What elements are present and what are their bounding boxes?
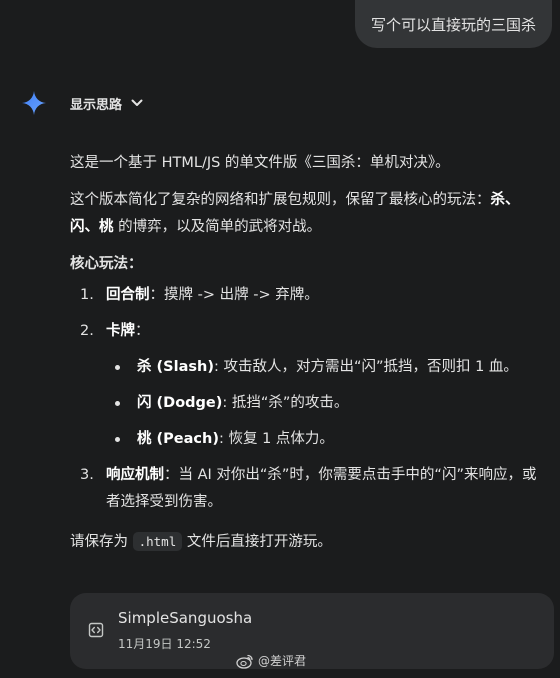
gameplay-list: 1. 回合制：摸牌 -> 出牌 -> 弃牌。 2. 卡牌： 杀 (Slash):… xyxy=(70,282,542,516)
card-desc: : 恢复 1 点体力。 xyxy=(218,431,334,447)
gameplay-heading: 核心玩法： xyxy=(70,256,143,272)
bullet-dot xyxy=(115,401,120,406)
code-file-icon xyxy=(88,622,104,638)
save-tail: 文件后直接打开游玩。 xyxy=(182,534,332,550)
list-item: 2. 卡牌： 杀 (Slash): 攻击敌人，对方需出“闪”抵挡，否则扣 1 血… xyxy=(70,318,542,453)
file-date: 11月19日 12:52 xyxy=(118,637,211,651)
watermark: @差评君 xyxy=(236,652,306,669)
card-list: 杀 (Slash): 攻击敌人，对方需出“闪”抵挡，否则扣 1 血。 闪 (Do… xyxy=(106,354,542,453)
response-body: 这是一个基于 HTML/JS 的单文件版《三国杀：单机对决》。 这个版本简化了复… xyxy=(70,150,542,556)
list-item: 1. 回合制：摸牌 -> 出牌 -> 弃牌。 xyxy=(70,282,542,309)
list-number: 2. xyxy=(80,323,94,339)
bullet-dot xyxy=(115,365,120,370)
thinking-toggle[interactable]: 显示思路 xyxy=(22,91,144,115)
user-message-text: 写个可以直接玩的三国杀 xyxy=(370,15,536,34)
watermark-text: @差评君 xyxy=(258,654,307,668)
list-item-text: ： xyxy=(135,323,150,339)
file-card[interactable]: SimpleSanguosha 11月19日 12:52 xyxy=(70,593,554,669)
card-name: 桃 (Peach) xyxy=(137,431,219,447)
bullet-dot xyxy=(115,437,120,442)
description-lead: 这个版本简化了复杂的网络和扩展包规则，保留了最核心的玩法： xyxy=(70,192,491,208)
card-item: 杀 (Slash): 攻击敌人，对方需出“闪”抵挡，否则扣 1 血。 xyxy=(106,354,542,381)
description-tail: 的博弈，以及简单的武将对战。 xyxy=(113,219,322,235)
card-desc: : 抵挡“杀”的攻击。 xyxy=(222,395,349,411)
save-instruction: 请保存为 .html 文件后直接打开游玩。 xyxy=(70,528,542,556)
file-title: SimpleSanguosha xyxy=(118,609,253,627)
user-message-bubble: 写个可以直接玩的三国杀 xyxy=(354,0,552,48)
list-item-title: 卡牌 xyxy=(106,323,135,339)
chevron-down-icon xyxy=(131,99,143,106)
card-name: 杀 (Slash) xyxy=(137,359,214,375)
weibo-icon xyxy=(236,654,253,669)
card-name: 闪 (Dodge) xyxy=(137,395,223,411)
thinking-label: 显示思路 xyxy=(70,97,123,113)
list-item-text: ：摸牌 -> 出牌 -> 弃牌。 xyxy=(149,287,319,303)
list-number: 3. xyxy=(80,467,94,483)
list-item-title: 响应机制 xyxy=(106,467,164,483)
response-description: 这个版本简化了复杂的网络和扩展包规则，保留了最核心的玩法：杀、闪、桃 的博弈，以… xyxy=(70,187,542,241)
card-item: 闪 (Dodge): 抵挡“杀”的攻击。 xyxy=(106,390,542,417)
gemini-spark-icon xyxy=(22,91,46,115)
card-item: 桃 (Peach): 恢复 1 点体力。 xyxy=(106,426,542,453)
list-item-text: ：当 AI 对你出“杀”时，你需要点击手中的“闪”来响应，或者选择受到伤害。 xyxy=(106,467,537,510)
card-desc: : 攻击敌人，对方需出“闪”抵挡，否则扣 1 血。 xyxy=(213,359,518,375)
list-number: 1. xyxy=(80,287,94,303)
save-lead: 请保存为 xyxy=(70,534,133,550)
list-item-title: 回合制 xyxy=(106,287,150,303)
list-item: 3. 响应机制：当 AI 对你出“杀”时，你需要点击手中的“闪”来响应，或者选择… xyxy=(70,462,542,516)
chat-page: 写个可以直接玩的三国杀 显示思路 这是一个基于 HTML/JS 的单文件版《三国… xyxy=(0,0,560,678)
inline-code: .html xyxy=(132,532,183,551)
response-intro: 这是一个基于 HTML/JS 的单文件版《三国杀：单机对决》。 xyxy=(70,155,450,171)
